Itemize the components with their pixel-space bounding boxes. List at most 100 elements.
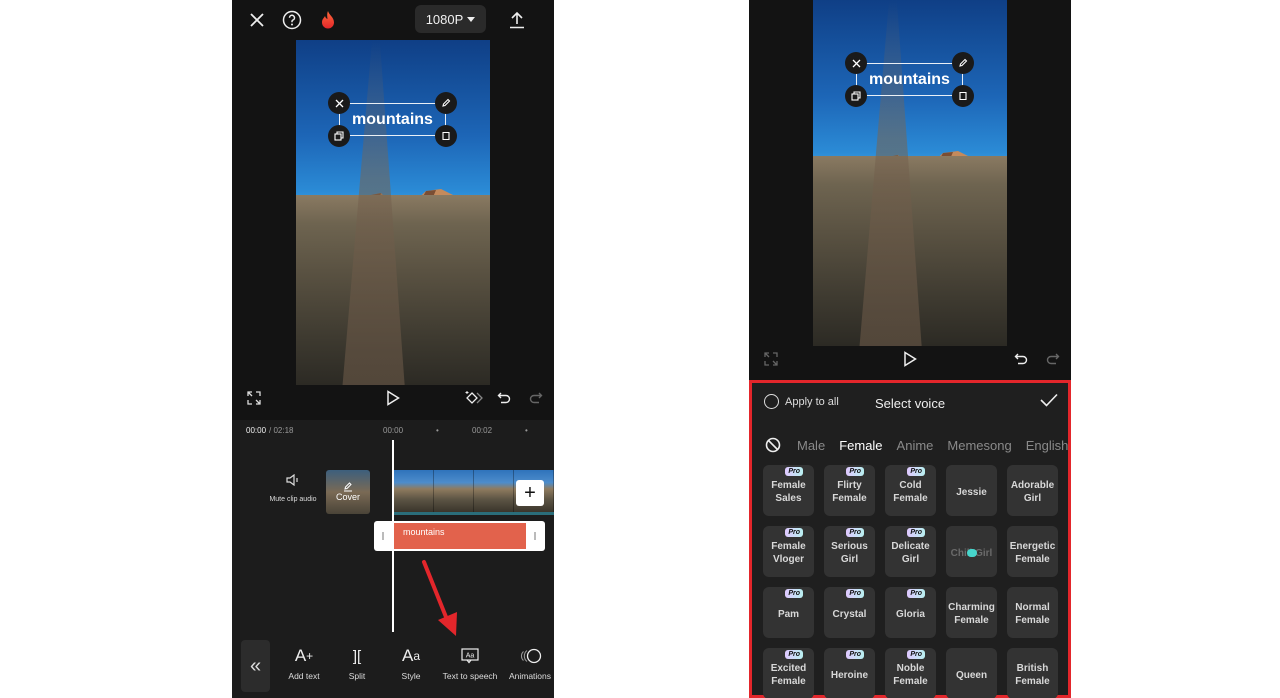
voice-card[interactable]: Delicate Girl Pro xyxy=(885,526,936,577)
delete-text-icon[interactable] xyxy=(328,92,350,114)
video-preview[interactable]: mountains xyxy=(813,0,1007,346)
redo-icon[interactable] xyxy=(524,386,548,410)
voice-card[interactable]: Crystal Pro xyxy=(824,587,875,638)
cover-button[interactable]: Cover xyxy=(326,470,370,514)
voice-card[interactable]: Cold Female Pro xyxy=(885,465,936,516)
voice-card[interactable]: Normal Female xyxy=(1007,587,1058,638)
pencil-icon xyxy=(344,482,352,492)
playback-controls xyxy=(232,383,554,413)
duplicate-text-icon[interactable] xyxy=(845,85,867,107)
ruler-dot: • xyxy=(525,426,528,435)
voice-card[interactable]: Chill Girl xyxy=(946,526,997,577)
edit-text-icon[interactable] xyxy=(952,52,974,74)
clip-frame xyxy=(434,470,474,512)
caret-down-icon xyxy=(467,16,476,22)
voice-card[interactable]: Energetic Female xyxy=(1007,526,1058,577)
pro-badge: Pro xyxy=(907,467,925,476)
tab-female[interactable]: Female xyxy=(839,438,882,453)
voice-card[interactable]: Heroine Pro xyxy=(824,648,875,698)
current-time: 00:00 xyxy=(246,426,267,435)
pro-badge: Pro xyxy=(846,467,864,476)
clip-frame xyxy=(394,470,434,512)
speaker-icon xyxy=(262,470,324,490)
keyframe-icon[interactable] xyxy=(462,386,486,410)
play-icon[interactable] xyxy=(898,347,922,371)
upload-icon[interactable] xyxy=(505,8,529,32)
voice-card[interactable]: Jessie xyxy=(946,465,997,516)
rotate-scale-icon[interactable] xyxy=(952,85,974,107)
ruler-tick: 00:00 xyxy=(383,426,404,435)
voice-card[interactable]: Gloria Pro xyxy=(885,587,936,638)
voice-card[interactable]: Adorable Girl xyxy=(1007,465,1058,516)
clip-frame xyxy=(474,470,514,512)
voice-card[interactable]: Serious Girl Pro xyxy=(824,526,875,577)
text-clip-track[interactable]: mountains xyxy=(374,521,545,551)
bottom-toolbar: « A + Add text ][ Split Aa Style Aa Text … xyxy=(232,632,554,698)
tab-english[interactable]: English xyxy=(1026,438,1069,453)
playhead[interactable] xyxy=(392,440,394,632)
mute-clip-audio-button[interactable]: Mute clip audio xyxy=(262,470,324,503)
fullscreen-icon[interactable] xyxy=(242,386,266,410)
playback-controls xyxy=(749,344,1071,374)
edit-text-icon[interactable] xyxy=(435,92,457,114)
close-icon[interactable] xyxy=(245,8,269,32)
voice-card[interactable]: Queen xyxy=(946,648,997,698)
trim-handle-right[interactable] xyxy=(534,532,536,540)
panel-title: Select voice xyxy=(874,396,946,411)
play-icon[interactable] xyxy=(381,386,405,410)
loading-indicator-icon xyxy=(966,548,977,557)
pro-badge: Pro xyxy=(785,528,803,537)
voice-name: Female Sales xyxy=(771,480,806,504)
redo-icon[interactable] xyxy=(1041,347,1065,371)
voice-name: Pam xyxy=(777,608,800,620)
pro-badge: Pro xyxy=(785,589,803,598)
voice-card[interactable]: Charming Female xyxy=(946,587,997,638)
voice-card[interactable]: Flirty Female Pro xyxy=(824,465,875,516)
add-clip-button[interactable]: + xyxy=(516,480,544,506)
animations-tool[interactable]: Animations xyxy=(495,644,554,681)
fullscreen-icon[interactable] xyxy=(759,347,783,371)
voice-name: Energetic Female xyxy=(1009,541,1056,565)
video-preview[interactable]: mountains xyxy=(296,40,490,385)
text-clip[interactable]: mountains xyxy=(393,523,526,549)
voice-name: Cold Female xyxy=(893,480,928,504)
tab-anime[interactable]: Anime xyxy=(897,438,934,453)
voice-name: Female Vloger xyxy=(771,541,806,565)
voice-card[interactable]: British Female xyxy=(1007,648,1058,698)
voice-card[interactable]: Female Sales Pro xyxy=(763,465,814,516)
pro-badge: Pro xyxy=(785,467,803,476)
voice-name: Noble Female xyxy=(893,663,928,687)
animations-icon xyxy=(495,644,554,668)
select-voice-panel: Apply to all Select voice Male Female An… xyxy=(749,380,1071,698)
undo-icon[interactable] xyxy=(492,386,516,410)
voice-card[interactable]: Pam Pro xyxy=(763,587,814,638)
resolution-dropdown[interactable]: 1080P xyxy=(415,5,486,33)
duplicate-text-icon[interactable] xyxy=(328,125,350,147)
text-overlay[interactable]: mountains xyxy=(328,92,457,147)
voice-card[interactable]: Excited Female Pro xyxy=(763,648,814,698)
collapse-back-button[interactable]: « xyxy=(241,640,270,692)
pro-badge: Pro xyxy=(785,650,803,659)
delete-text-icon[interactable] xyxy=(845,52,867,74)
flame-icon[interactable] xyxy=(316,8,340,32)
tool-label: Animations xyxy=(508,671,552,681)
trim-handle-left[interactable] xyxy=(382,532,384,540)
voice-card[interactable]: Noble Female Pro xyxy=(885,648,936,698)
pro-badge: Pro xyxy=(846,589,864,598)
voice-card[interactable]: Female Vloger Pro xyxy=(763,526,814,577)
text-overlay-label: mountains xyxy=(352,110,433,128)
help-icon[interactable] xyxy=(280,8,304,32)
voice-name: Crystal xyxy=(832,608,867,620)
voice-name: Serious Girl xyxy=(831,541,868,565)
pro-badge: Pro xyxy=(846,650,864,659)
no-voice-icon[interactable] xyxy=(765,437,781,453)
voice-name: Flirty Female xyxy=(832,480,867,504)
voice-category-tabs: Male Female Anime Memesong English xyxy=(752,433,1068,457)
text-overlay-label: mountains xyxy=(869,70,950,88)
undo-icon[interactable] xyxy=(1009,347,1033,371)
confirm-check-icon[interactable] xyxy=(1040,393,1058,412)
tab-memesong[interactable]: Memesong xyxy=(947,438,1011,453)
tab-male[interactable]: Male xyxy=(797,438,825,453)
text-overlay[interactable]: mountains xyxy=(845,52,974,107)
rotate-scale-icon[interactable] xyxy=(435,125,457,147)
